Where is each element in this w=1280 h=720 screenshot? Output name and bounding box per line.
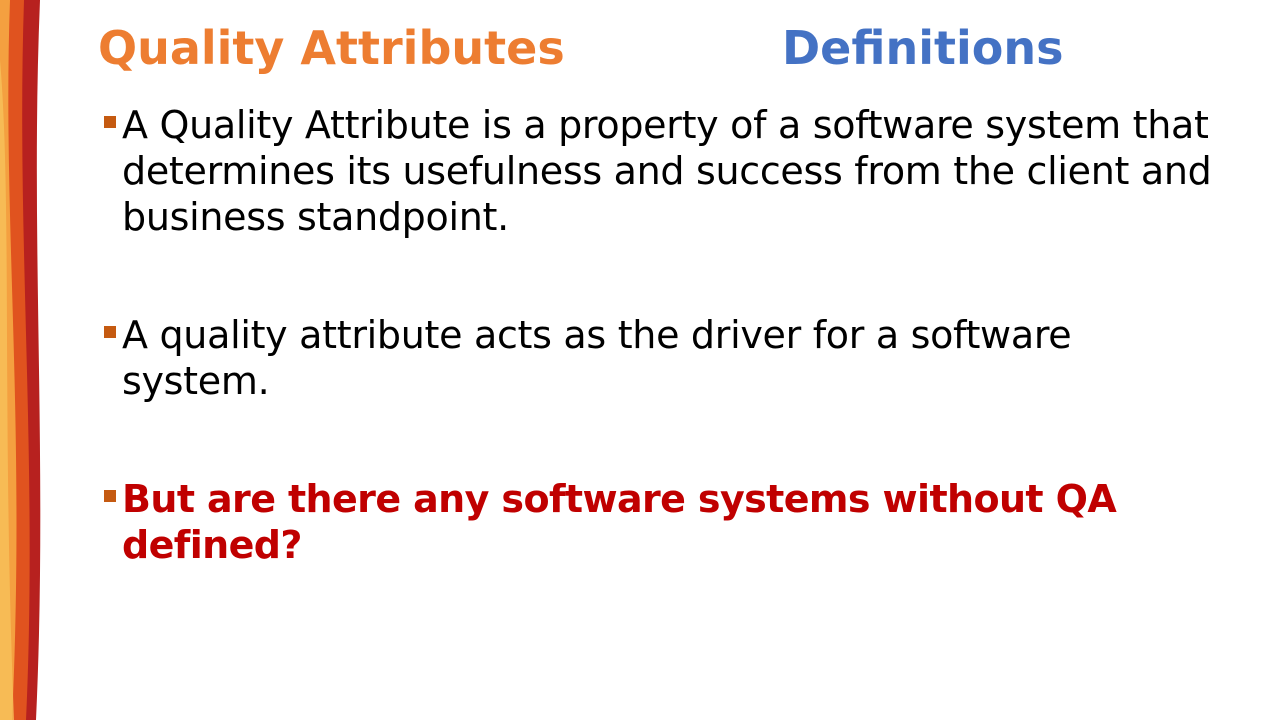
bullet-list: A Quality Attribute is a property of a s… xyxy=(100,102,1220,568)
bullet-item: But are there any software systems witho… xyxy=(100,476,1220,568)
slide-title: Quality Attributes xyxy=(98,21,565,75)
bullet-item: A Quality Attribute is a property of a s… xyxy=(100,102,1220,240)
bullet-item: A quality attribute acts as the driver f… xyxy=(100,312,1220,404)
bullet-text-emphasis: But are there any software systems witho… xyxy=(122,477,1117,567)
square-bullet-icon xyxy=(104,116,116,128)
bullet-text: A quality attribute acts as the driver f… xyxy=(122,313,1072,403)
bullet-text: A Quality Attribute is a property of a s… xyxy=(122,103,1212,239)
square-bullet-icon xyxy=(104,490,116,502)
decorative-side-ribbon xyxy=(0,0,41,720)
square-bullet-icon xyxy=(104,326,116,338)
slide-subtitle: Definitions xyxy=(782,21,1064,75)
